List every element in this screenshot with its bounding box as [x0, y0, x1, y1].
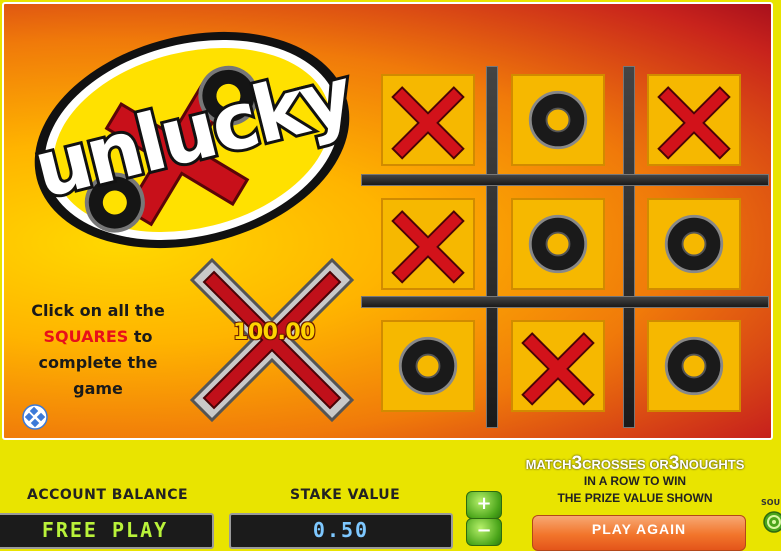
- rules-text: MATCH3CROSSES OR3NOUGHTS IN A ROW TO WIN…: [510, 453, 760, 507]
- rules-noughts: NOUGHTS: [679, 457, 745, 472]
- grid-bar-h1: [361, 174, 769, 186]
- rules-line3: THE PRIZE VALUE SHOWN: [557, 491, 713, 505]
- nought-icon: [528, 90, 588, 150]
- account-balance-display: FREE PLAY: [0, 513, 214, 549]
- instructions-highlight: SQUARES: [43, 327, 129, 346]
- rules-line1: MATCH3CROSSES OR3NOUGHTS: [510, 453, 760, 474]
- nought-icon: [398, 336, 458, 396]
- nought-icon: [664, 214, 724, 274]
- cross-icon: [391, 86, 465, 160]
- instructions: Click on all the SQUARES to complete the…: [18, 298, 178, 402]
- play-again-button[interactable]: PLAY AGAIN: [532, 515, 746, 551]
- grid-bar-v2: [623, 66, 635, 428]
- grid-cell[interactable]: [381, 198, 475, 290]
- tic-tac-toe-grid: [359, 62, 769, 436]
- stake-increase-button[interactable]: +: [466, 491, 502, 519]
- grid-cell[interactable]: [647, 74, 741, 166]
- nought-icon: [528, 214, 588, 274]
- instructions-line2-suffix: to: [128, 327, 153, 346]
- prize-value: 100.00: [233, 320, 315, 345]
- rules-line2: IN A ROW TO WIN: [583, 474, 687, 488]
- unlucky-logo: unlucky: [24, 31, 364, 249]
- grid-bar-v1: [486, 66, 498, 428]
- instructions-line1: Click on all the: [31, 301, 165, 320]
- rules-count-crosses: 3: [571, 453, 583, 474]
- help-grid-icon[interactable]: [22, 404, 48, 430]
- stake-value-label: STAKE VALUE: [290, 487, 401, 503]
- cross-icon: [657, 86, 731, 160]
- grid-cell[interactable]: [647, 320, 741, 412]
- instructions-line4: game: [73, 379, 123, 398]
- rules-crosses-or: CROSSES OR: [582, 457, 669, 472]
- grid-cell[interactable]: [647, 198, 741, 290]
- control-panel: ACCOUNT BALANCE FREE PLAY STAKE VALUE 0.…: [0, 440, 781, 551]
- game-board: unlucky Click on all the SQUARES to comp…: [2, 2, 773, 440]
- cross-icon: [521, 332, 595, 406]
- nought-icon: [664, 336, 724, 396]
- grid-cell[interactable]: [511, 320, 605, 412]
- account-balance-label: ACCOUNT BALANCE: [27, 487, 189, 503]
- rules-match: MATCH: [525, 457, 572, 472]
- grid-bar-h2: [361, 296, 769, 308]
- stake-value-display: 0.50: [229, 513, 453, 549]
- instructions-line2: SQUARES to: [18, 324, 178, 350]
- rules-count-noughts: 3: [668, 453, 680, 474]
- grid-cell[interactable]: [381, 74, 475, 166]
- sound-label: SOU: [761, 498, 781, 507]
- grid-cell[interactable]: [511, 74, 605, 166]
- stake-decrease-button[interactable]: −: [466, 518, 502, 546]
- grid-cell[interactable]: [381, 320, 475, 412]
- grid-cell[interactable]: [511, 198, 605, 290]
- sound-icon[interactable]: [763, 511, 781, 533]
- instructions-line3: complete the: [38, 353, 158, 372]
- cross-icon: [391, 210, 465, 284]
